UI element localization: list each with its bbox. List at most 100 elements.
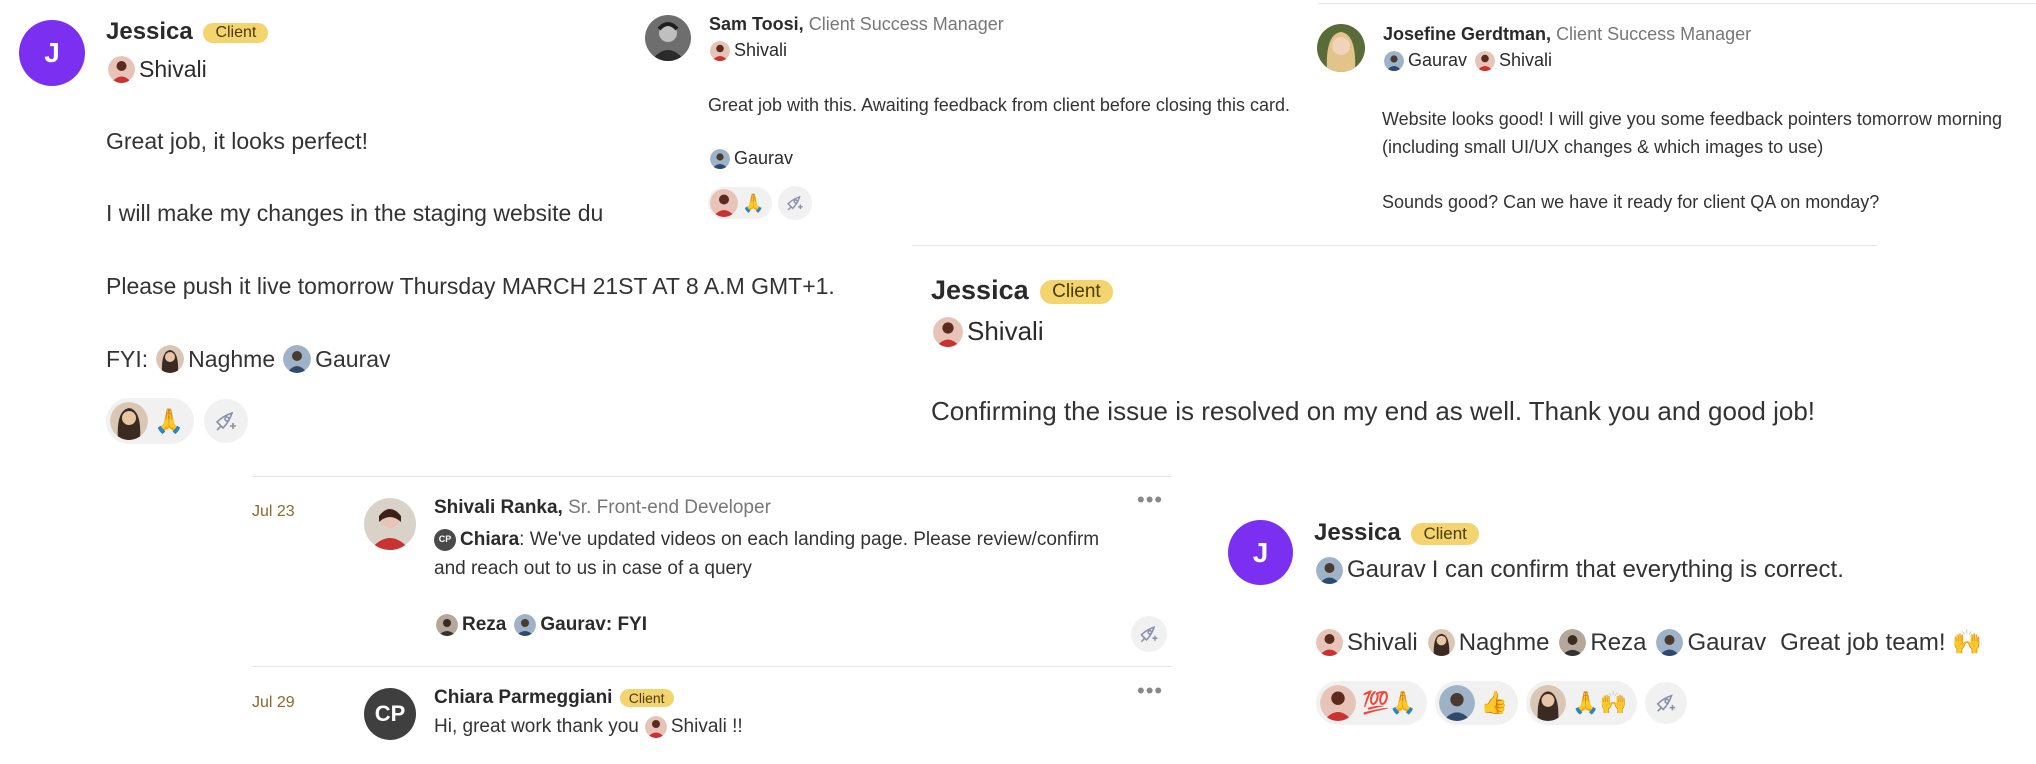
user-avatar-icon bbox=[1559, 629, 1587, 656]
mention-naghme[interactable]: Naghme bbox=[1427, 628, 1550, 657]
mention-reza[interactable]: Reza bbox=[1559, 629, 1646, 657]
mention-label: Shivali bbox=[734, 40, 788, 60]
user-avatar-icon bbox=[1530, 685, 1567, 721]
reactions-row: 🙏 bbox=[708, 186, 813, 220]
avatar: J bbox=[19, 20, 85, 86]
reaction-pill[interactable]: 🙏🙌 bbox=[1526, 681, 1637, 725]
reaction-pill[interactable]: 🙏 bbox=[708, 187, 773, 219]
comment-line: Confirming the issue is resolved on my e… bbox=[931, 396, 1816, 426]
add-reaction-button[interactable] bbox=[203, 399, 248, 443]
user-avatar-icon bbox=[644, 716, 667, 738]
user-avatar-icon bbox=[1656, 629, 1684, 656]
user-avatar-icon bbox=[1427, 629, 1455, 656]
mention-shivali[interactable]: Shivali !! bbox=[644, 716, 743, 738]
mention-gaurav[interactable]: Gaurav bbox=[1384, 50, 1467, 71]
mention-reza[interactable]: Reza bbox=[436, 614, 506, 636]
mention-label: Gaurav: FYI bbox=[540, 614, 648, 635]
user-avatar-icon bbox=[1316, 629, 1343, 656]
mention-gaurav[interactable]: Gaurav bbox=[710, 148, 793, 169]
reactions-row: 🙏 bbox=[106, 398, 248, 444]
author-role: Sr. Front-end Developer bbox=[568, 497, 771, 518]
comment-header: Jessica Client bbox=[1314, 519, 1479, 547]
author-name: Jessica bbox=[931, 275, 1029, 305]
user-avatar-icon bbox=[1475, 50, 1496, 71]
author-name: Jessica bbox=[1314, 519, 1401, 546]
reaction-emoji: 🙏 bbox=[742, 192, 765, 213]
client-badge: Client bbox=[203, 22, 269, 43]
author-name: Chiara Parmeggiani bbox=[434, 687, 613, 708]
avatar bbox=[645, 15, 691, 61]
comment-line: Sounds good? Can we have it ready for cl… bbox=[1382, 192, 1880, 212]
comment-line: (including small UI/UX changes & which i… bbox=[1382, 137, 1824, 157]
mention-label: Gaurav bbox=[1347, 556, 1426, 583]
mention-label: Reza bbox=[462, 614, 507, 635]
comment-line: Website looks good! I will give you some… bbox=[1382, 109, 2002, 129]
mention-chiara[interactable]: Chiara bbox=[460, 525, 519, 554]
comment-header: Chiara Parmeggiani Client bbox=[434, 687, 674, 709]
add-reaction-button[interactable] bbox=[778, 186, 813, 220]
user-avatar-icon bbox=[436, 614, 458, 636]
client-badge: Client bbox=[1411, 522, 1479, 545]
comment-header: Shivali Ranka, Sr. Front-end Developer bbox=[434, 497, 771, 519]
rocket-add-reaction-icon bbox=[787, 195, 804, 211]
user-avatar-icon bbox=[514, 614, 537, 636]
comment-body: CP Chiara : We've updated videos on each… bbox=[434, 525, 1099, 583]
mentions-row: Gaurav Shivali bbox=[1384, 50, 1552, 71]
comment-line: Shivali Naghme Reza Gaurav Great job tea… bbox=[1316, 628, 1982, 657]
mention-naghme[interactable]: Naghme bbox=[156, 345, 275, 373]
more-options-icon[interactable]: ••• bbox=[1137, 678, 1163, 704]
user-avatar-icon bbox=[110, 402, 148, 440]
comment-line: Please push it live tomorrow Thursday MA… bbox=[106, 273, 835, 299]
mention-label: Reza bbox=[1590, 628, 1647, 656]
fyi-label: FYI: bbox=[106, 345, 149, 372]
add-reaction-button[interactable] bbox=[1131, 616, 1167, 652]
client-badge: Client bbox=[1040, 279, 1113, 304]
user-avatar-icon bbox=[108, 56, 135, 83]
comment-line: Gaurav I can confirm that everything is … bbox=[1316, 556, 1844, 584]
fyi-line: FYI: Naghme Gaurav bbox=[106, 345, 391, 373]
user-avatar-icon bbox=[283, 345, 312, 373]
avatar bbox=[1317, 24, 1365, 72]
mention-shivali[interactable]: Shivali bbox=[710, 40, 787, 61]
mention-shivali[interactable]: Shivali bbox=[933, 316, 1044, 347]
mention-gaurav[interactable]: Gaurav bbox=[283, 345, 391, 373]
comment-line: I will make my changes in the staging we… bbox=[106, 200, 604, 226]
mention-gaurav[interactable]: Gaurav bbox=[1656, 629, 1766, 657]
author-name: Shivali Ranka, bbox=[434, 497, 563, 518]
comment-header: Jessica Client bbox=[106, 18, 269, 46]
reaction-pill[interactable]: 🙏 bbox=[106, 398, 194, 444]
mention-shivali[interactable]: Shivali bbox=[1316, 629, 1418, 657]
mention-shivali[interactable]: Shivali bbox=[1475, 50, 1552, 71]
add-reaction-button[interactable] bbox=[1645, 682, 1687, 724]
comment-body: Hi, great work thank you Shivali !! bbox=[434, 716, 743, 738]
user-avatar-icon bbox=[1316, 556, 1343, 584]
client-badge: Client bbox=[619, 688, 674, 707]
mention-label: Gaurav bbox=[315, 345, 391, 372]
reaction-pill[interactable]: 👍 bbox=[1434, 681, 1519, 725]
comment-line: Great job, it looks perfect! bbox=[106, 128, 369, 154]
divider bbox=[253, 666, 1171, 667]
rocket-add-reaction-icon bbox=[1140, 626, 1158, 643]
reaction-pill[interactable]: 💯🙏 bbox=[1316, 681, 1427, 725]
author-role: Client Success Manager bbox=[808, 14, 1004, 34]
mention-label: Gaurav bbox=[1687, 628, 1767, 656]
author-name: Josefine Gerdtman, bbox=[1383, 24, 1552, 44]
mentions-row: Reza Gaurav: FYI bbox=[436, 614, 647, 636]
timestamp: Jul 23 bbox=[252, 503, 295, 520]
more-options-icon[interactable]: ••• bbox=[1137, 487, 1163, 513]
rocket-add-reaction-icon bbox=[215, 411, 236, 431]
mention-gaurav[interactable]: Gaurav bbox=[1316, 556, 1426, 584]
mention-shivali[interactable]: Shivali bbox=[108, 56, 207, 83]
comment-line: Great job with this. Awaiting feedback f… bbox=[708, 95, 1290, 115]
reaction-emoji: 🙏 bbox=[154, 407, 184, 435]
mention-label: Shivali !! bbox=[670, 716, 743, 737]
user-avatar-icon bbox=[1438, 685, 1475, 721]
author-role: Client Success Manager bbox=[1556, 24, 1752, 44]
timestamp: Jul 29 bbox=[252, 694, 295, 711]
reaction-emoji: 💯🙏 bbox=[1362, 690, 1417, 715]
avatar: J bbox=[1228, 520, 1293, 585]
divider bbox=[912, 245, 1877, 246]
user-avatar-icon bbox=[710, 148, 730, 169]
mention-gaurav[interactable]: Gaurav: FYI bbox=[514, 614, 647, 636]
mention-label: Naghme bbox=[1458, 628, 1550, 656]
